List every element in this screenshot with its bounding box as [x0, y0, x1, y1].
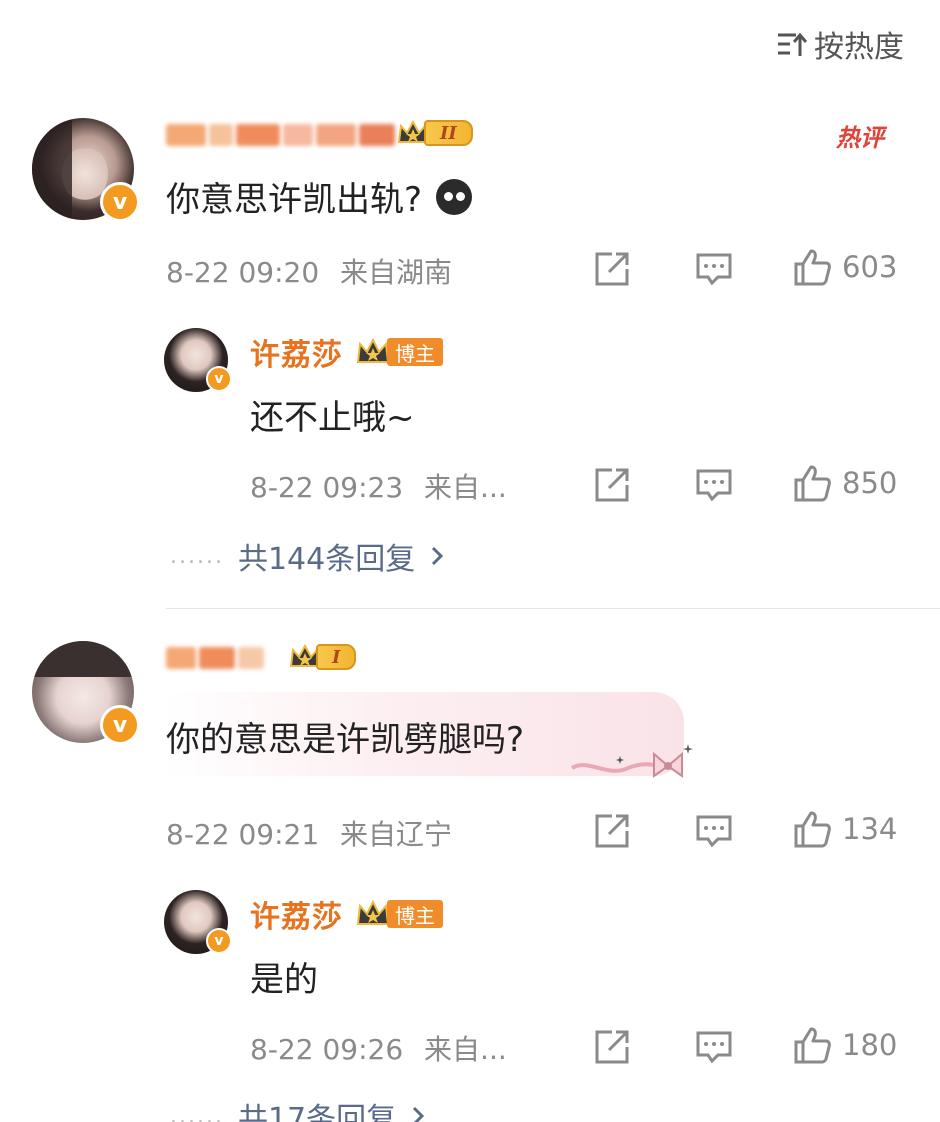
reply-meta: 8-22 09:23 来自... [250, 466, 507, 506]
reply-avatar[interactable]: v [164, 890, 232, 954]
comment-icon[interactable] [694, 249, 734, 289]
crown-icon [356, 337, 390, 363]
reply-meta: 8-22 09:26 来自... [250, 1028, 507, 1068]
like-count: 603 [842, 250, 898, 284]
share-icon[interactable] [592, 249, 632, 289]
author-badge: 博主 [355, 335, 443, 369]
verified-icon: v [100, 705, 140, 745]
like-button[interactable]: 134 [792, 809, 897, 849]
like-icon [794, 811, 831, 848]
avatar[interactable]: v [32, 641, 140, 745]
like-count: 134 [842, 812, 898, 846]
comment-meta: 8-22 09:21 来自辽宁 [166, 813, 452, 853]
comment-text: 你的意思是许凯劈腿吗? [166, 720, 525, 760]
reply-text: 是的 [250, 960, 318, 1000]
comment-time: 8-22 09:20 [166, 256, 320, 289]
comment-icon[interactable] [694, 465, 734, 505]
like-button[interactable]: 603 [792, 247, 897, 287]
replies-dots: ...... [170, 543, 224, 569]
share-icon[interactable] [592, 1027, 632, 1067]
chevron-right-icon [413, 1106, 425, 1122]
crown-icon [356, 899, 390, 925]
verified-icon: v [206, 366, 232, 392]
sort-by-hot-button[interactable]: 按热度 [776, 24, 904, 65]
like-icon [794, 249, 831, 286]
username-obscured[interactable] [166, 118, 395, 152]
comment-location: 来自辽宁 [340, 818, 453, 851]
share-icon[interactable] [592, 465, 632, 505]
replies-dots: ...... [170, 1103, 224, 1122]
view-replies-link[interactable]: ...... 共144条回复 [170, 534, 445, 578]
comment-icon[interactable] [694, 811, 734, 851]
chevron-right-icon [432, 546, 444, 566]
comment-text: 你意思许凯出轨? [166, 172, 473, 221]
hot-comment-badge: 热评 [836, 124, 884, 152]
comment-icon[interactable] [694, 1027, 734, 1067]
sort-icon [778, 32, 808, 56]
scared-emoji-icon [436, 178, 473, 215]
reply-location: 来自... [424, 471, 507, 504]
avatar[interactable]: v [32, 118, 140, 222]
replies-count: 共144条回复 [237, 542, 416, 577]
sort-label: 按热度 [814, 30, 904, 65]
reply-avatar[interactable]: v [164, 328, 232, 392]
reply-time: 8-22 09:23 [250, 471, 404, 504]
comment-location: 来自湖南 [340, 256, 453, 289]
level-badge: I [288, 640, 357, 674]
like-icon [794, 465, 831, 502]
like-count: 850 [842, 466, 898, 500]
view-replies-link[interactable]: ...... 共17条回复 [170, 1094, 426, 1122]
reply-location: 来自... [424, 1033, 507, 1066]
username-obscured[interactable] [166, 641, 264, 675]
reply-author[interactable]: 许荔莎 [250, 892, 343, 936]
level-badge: II [396, 116, 473, 150]
like-button[interactable]: 850 [792, 463, 897, 503]
verified-icon: v [100, 182, 140, 222]
like-icon [794, 1027, 831, 1064]
comment-meta: 8-22 09:20 来自湖南 [166, 251, 452, 291]
replies-count: 共17条回复 [237, 1102, 397, 1122]
verified-icon: v [206, 928, 232, 954]
reply-text: 还不止哦~ [250, 398, 415, 438]
author-badge: 博主 [355, 897, 443, 931]
reply-time: 8-22 09:26 [250, 1033, 404, 1066]
ribbon-decoration-icon [570, 744, 693, 778]
divider [166, 608, 940, 609]
like-button[interactable]: 180 [792, 1025, 897, 1065]
share-icon[interactable] [592, 811, 632, 851]
like-count: 180 [842, 1028, 898, 1062]
reply-author[interactable]: 许荔莎 [250, 330, 343, 374]
comment-time: 8-22 09:21 [166, 818, 320, 851]
